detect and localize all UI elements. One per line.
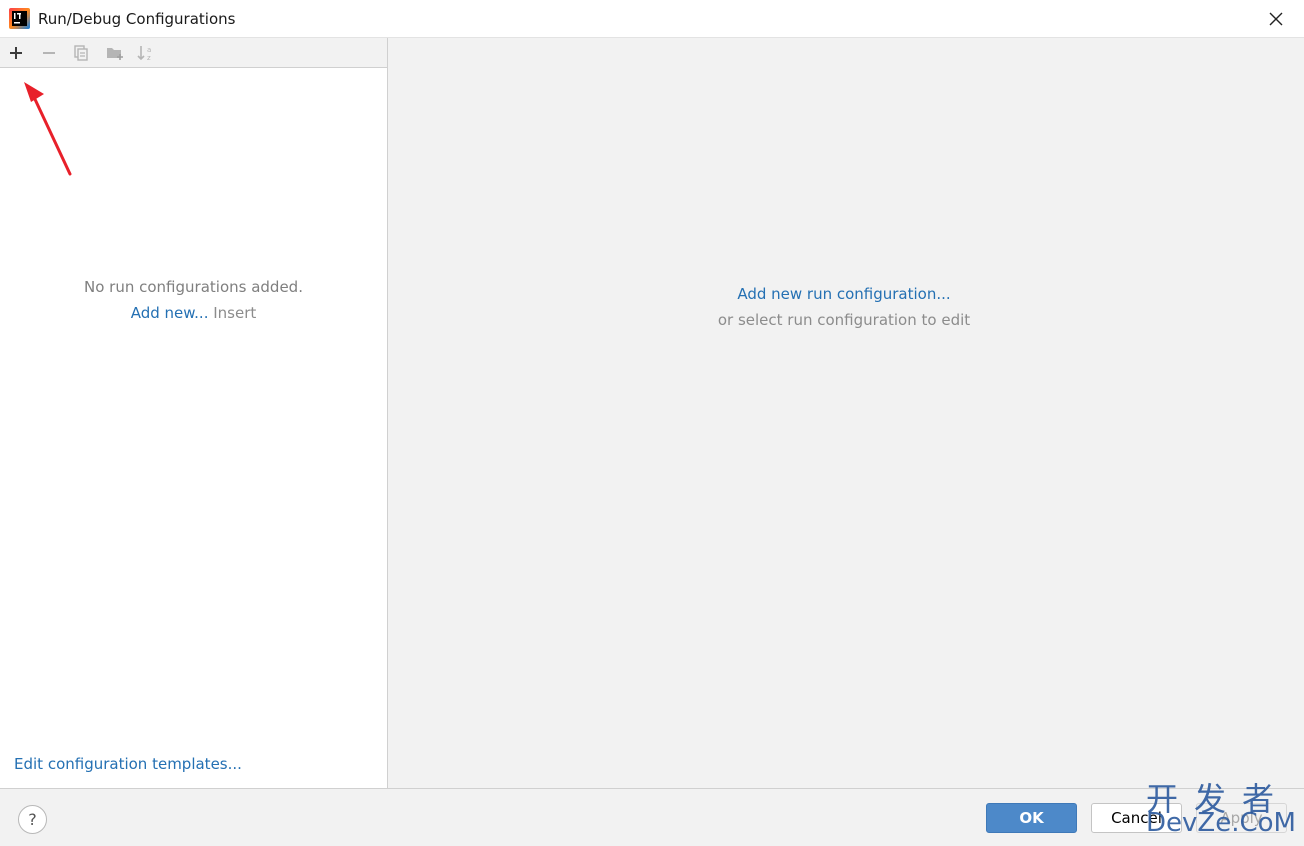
configurations-list-panel: a z No run configurations added. Add new… <box>0 38 388 788</box>
plus-icon <box>10 47 22 59</box>
insert-shortcut-hint: Insert <box>213 304 257 322</box>
run-debug-configurations-dialog: Run/Debug Configurations a z No run conf… <box>0 0 1304 846</box>
move-into-new-folder-button[interactable] <box>103 41 127 65</box>
svg-text:z: z <box>147 54 151 62</box>
help-button[interactable]: ? <box>18 805 47 834</box>
ok-button[interactable]: OK <box>986 803 1077 833</box>
folder-plus-icon <box>107 48 123 60</box>
empty-state-message: No run configurations added. <box>84 278 303 296</box>
add-configuration-button[interactable] <box>4 41 28 65</box>
close-button[interactable] <box>1248 0 1304 37</box>
copy-configuration-button[interactable] <box>69 41 93 65</box>
select-configuration-hint: or select run configuration to edit <box>717 311 971 329</box>
configuration-editor-panel: Add new run configuration... or select r… <box>389 38 1304 788</box>
edit-configuration-templates-link[interactable]: Edit configuration templates... <box>14 755 242 773</box>
cancel-button[interactable]: Cancel <box>1091 803 1182 833</box>
title-bar: Run/Debug Configurations <box>0 0 1304 38</box>
add-new-link[interactable]: Add new... <box>131 304 209 322</box>
empty-state-actions: Add new... Insert <box>0 304 387 322</box>
svg-text:a: a <box>147 46 151 54</box>
remove-configuration-button[interactable] <box>37 41 61 65</box>
dialog-footer: ? OK Cancel Apply <box>0 788 1304 846</box>
apply-button[interactable]: Apply <box>1196 803 1287 833</box>
copy-icon <box>74 45 88 61</box>
sort-configurations-button[interactable]: a z <box>134 41 158 65</box>
minus-icon <box>43 52 55 54</box>
window-title: Run/Debug Configurations <box>38 10 236 28</box>
intellij-idea-icon <box>9 8 30 29</box>
configurations-toolbar: a z <box>0 38 387 68</box>
sort-alpha-icon: a z <box>137 46 151 62</box>
close-icon <box>1269 12 1283 25</box>
add-new-run-configuration-link[interactable]: Add new run configuration... <box>389 285 1299 303</box>
